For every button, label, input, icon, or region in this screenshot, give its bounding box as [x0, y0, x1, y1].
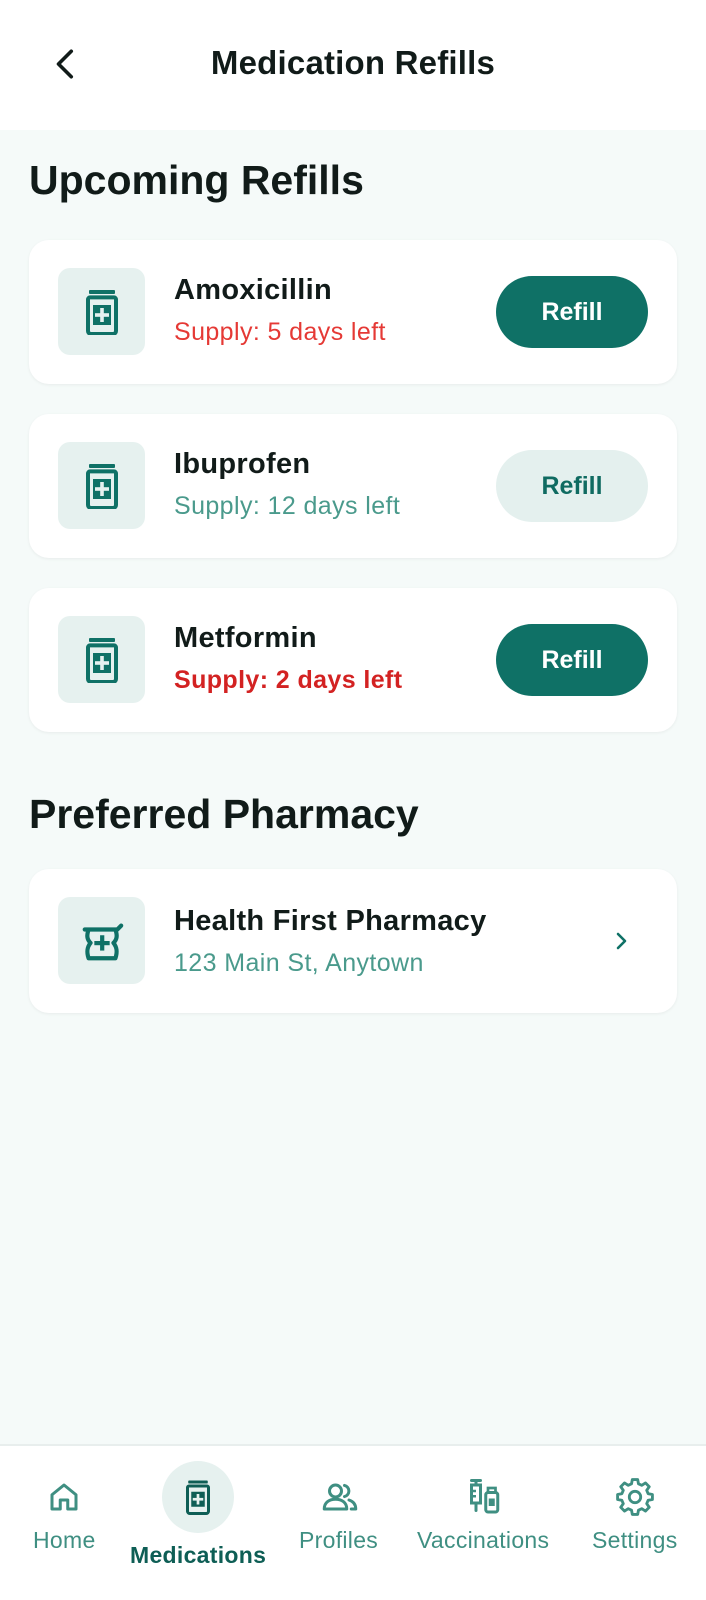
- top-app-bar: Medication Refills: [0, 0, 706, 130]
- bottom-navigation: Home Medications Profiles Vaccinations S…: [0, 1444, 706, 1600]
- medication-name: Ibuprofen: [174, 448, 311, 480]
- app-root: Medication Refills Upcoming Refills Amox…: [0, 0, 706, 1600]
- home-icon: [28, 1461, 100, 1533]
- refill-button-ibuprofen[interactable]: Refill: [496, 450, 648, 522]
- syringe-icon: [449, 1461, 521, 1533]
- refill-card-ibuprofen: Ibuprofen Supply: 12 days left Refill: [29, 414, 677, 558]
- gear-icon: [599, 1461, 671, 1533]
- medicine-bottle-icon: [85, 637, 118, 683]
- supply-remaining: Supply: 12 days left: [174, 492, 401, 520]
- nav-label: Profiles: [299, 1527, 379, 1553]
- upcoming-refills-heading: Upcoming Refills: [29, 157, 364, 203]
- refill-card-amoxicillin: Amoxicillin Supply: 5 days left Refill: [29, 240, 677, 384]
- pharmacy-icon-box: [58, 897, 145, 984]
- refill-button-metformin[interactable]: Refill: [496, 624, 648, 696]
- medication-name: Amoxicillin: [174, 274, 332, 306]
- mortar-pestle-icon: [82, 923, 123, 960]
- nav-label: Medications: [130, 1542, 267, 1568]
- chevron-right-icon: [601, 921, 641, 961]
- nav-label: Vaccinations: [417, 1527, 550, 1553]
- medicine-bottle-icon: [162, 1461, 234, 1533]
- nav-item-medications[interactable]: Medications: [124, 1446, 267, 1600]
- nav-item-profiles[interactable]: Profiles: [290, 1446, 390, 1600]
- nav-item-vaccinations[interactable]: Vaccinations: [410, 1446, 560, 1600]
- refill-card-metformin: Metformin Supply: 2 days left Refill: [29, 588, 677, 732]
- supply-remaining: Supply: 5 days left: [174, 318, 386, 346]
- pharmacy-address: 123 Main St, Anytown: [174, 949, 424, 977]
- medicine-bottle-icon: [85, 463, 118, 509]
- nav-label: Settings: [592, 1527, 678, 1553]
- supply-remaining: Supply: 2 days left: [174, 666, 403, 694]
- medication-name: Metformin: [174, 622, 317, 654]
- medicine-bottle-icon: [85, 289, 118, 335]
- nav-item-home[interactable]: Home: [14, 1446, 114, 1600]
- people-icon: [304, 1461, 376, 1533]
- page-title: Medication Refills: [210, 44, 496, 81]
- refill-button-amoxicillin[interactable]: Refill: [496, 276, 648, 348]
- medication-icon-box: [58, 616, 145, 703]
- nav-label: Home: [33, 1527, 96, 1553]
- pharmacy-name: Health First Pharmacy: [174, 905, 487, 937]
- nav-item-settings[interactable]: Settings: [580, 1446, 690, 1600]
- preferred-pharmacy-heading: Preferred Pharmacy: [29, 791, 419, 837]
- medication-icon-box: [58, 442, 145, 529]
- medication-icon-box: [58, 268, 145, 355]
- pharmacy-card[interactable]: Health First Pharmacy 123 Main St, Anyto…: [29, 869, 677, 1013]
